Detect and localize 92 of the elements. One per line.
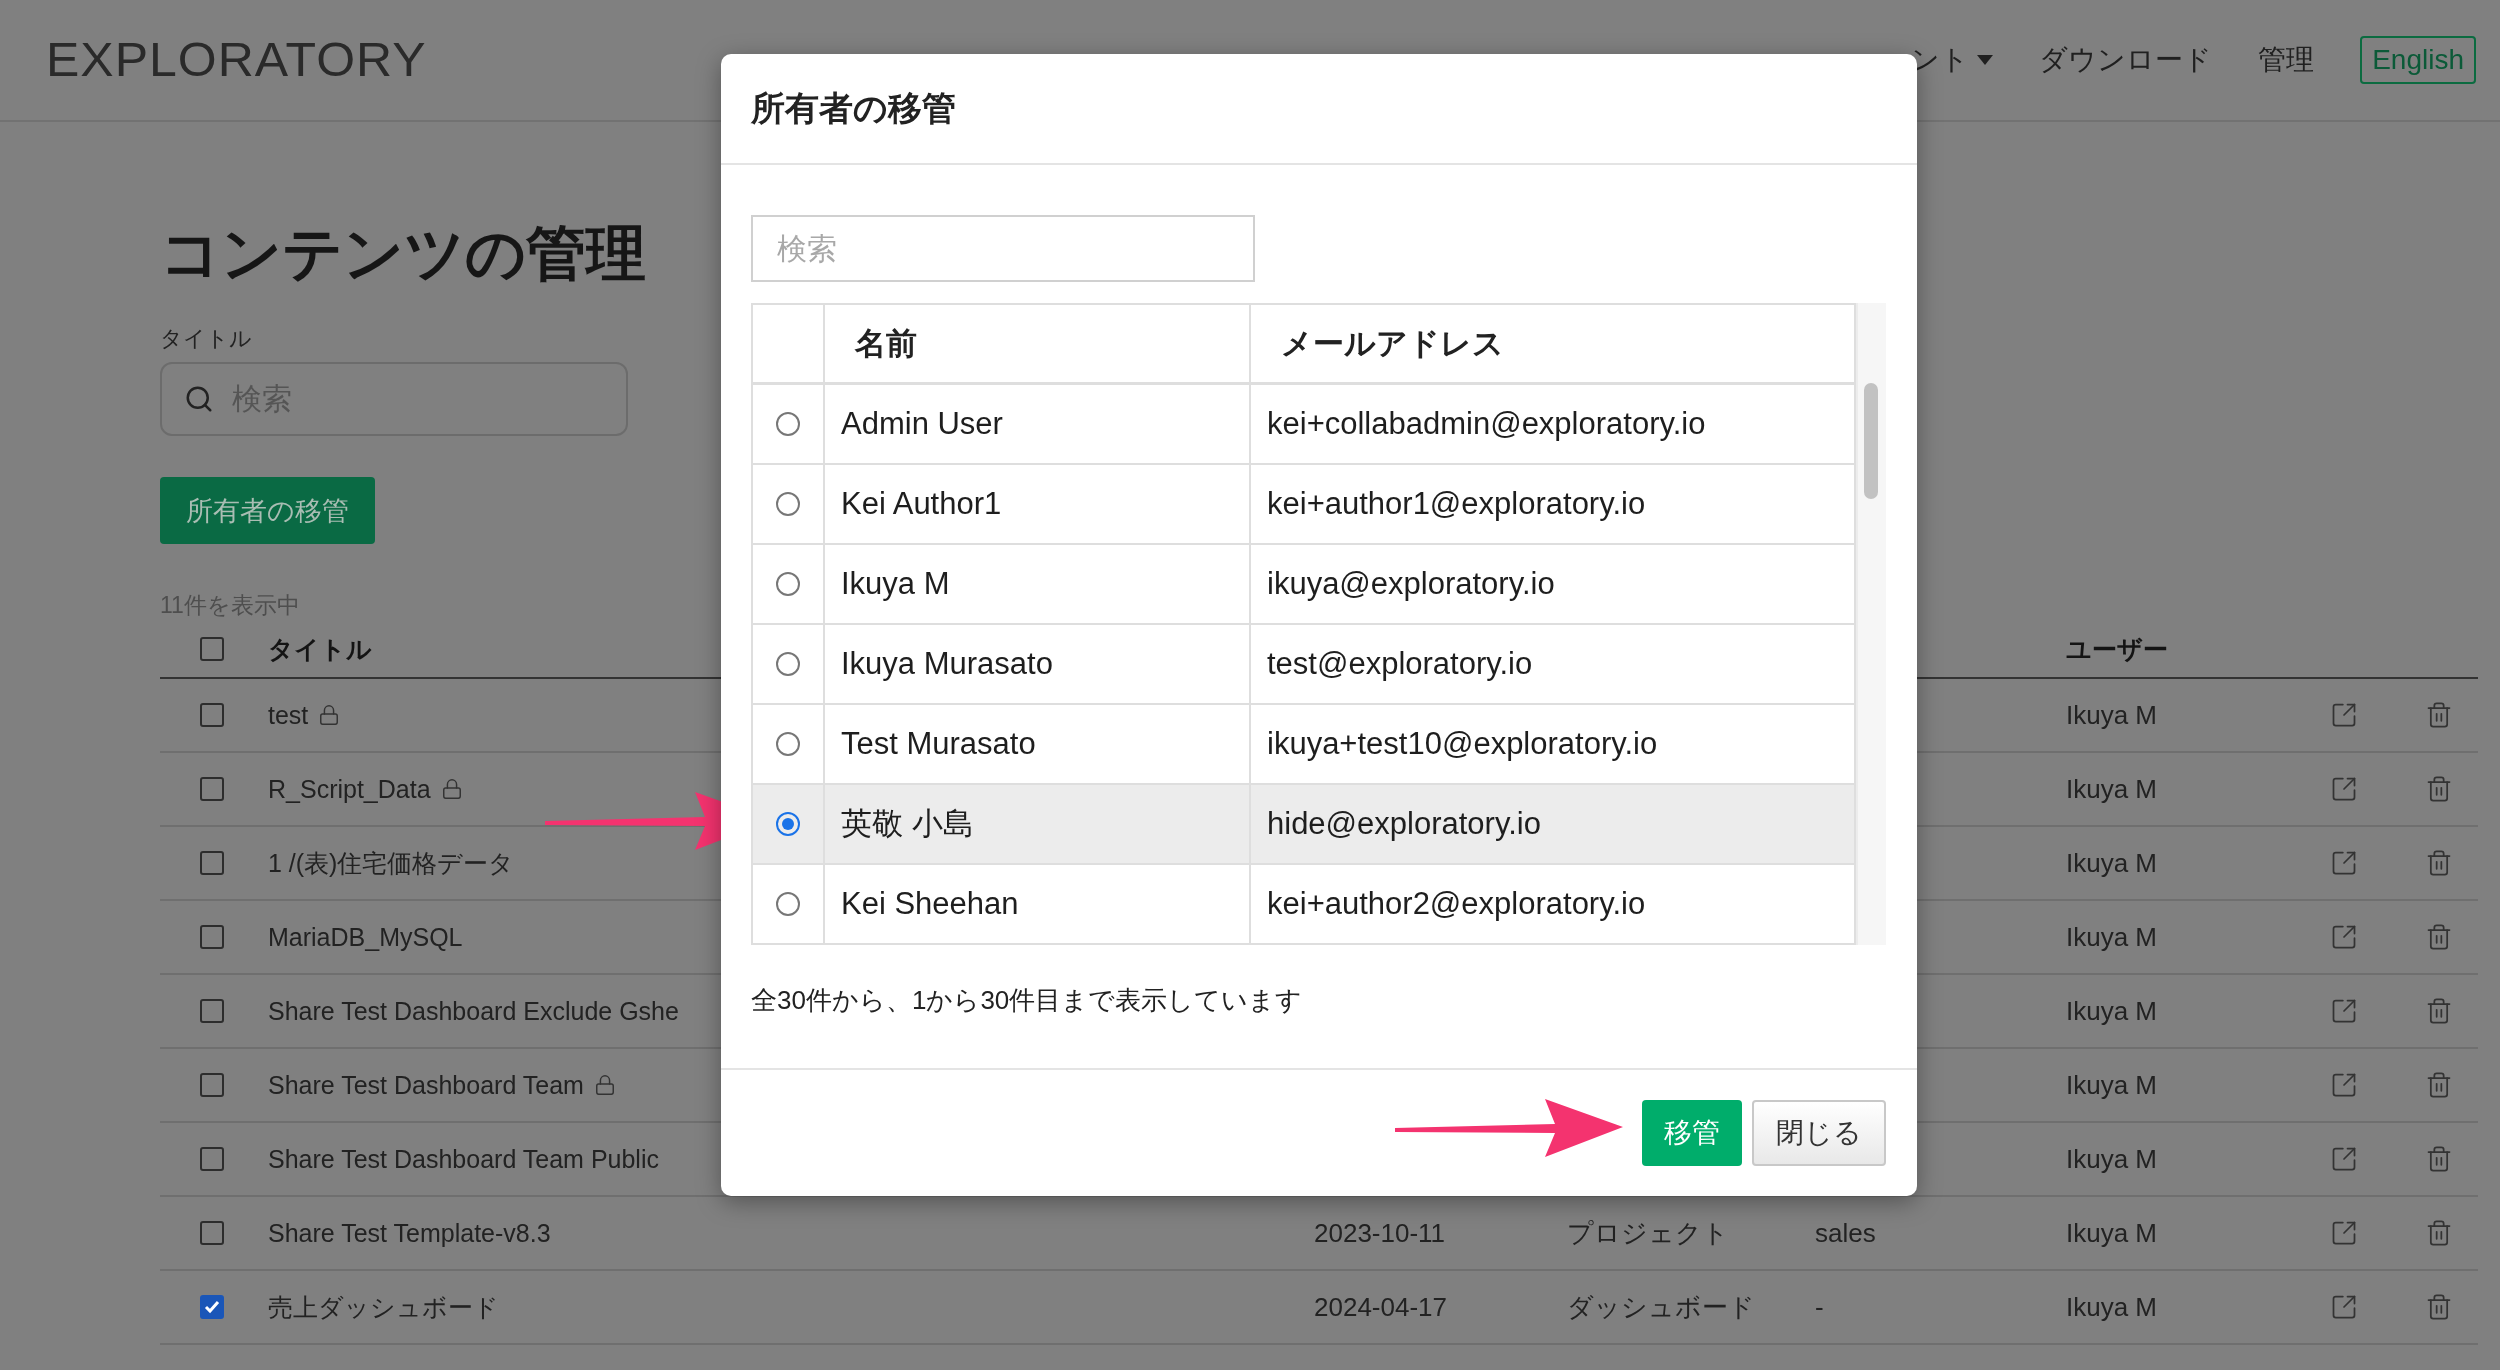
user-name: Admin User xyxy=(841,406,1003,442)
user-name: Ikuya Murasato xyxy=(841,646,1053,682)
search-field[interactable]: 検索 xyxy=(751,215,1255,282)
user-email: ikuya+test10@exploratory.io xyxy=(1267,726,1658,762)
row-checkbox[interactable] xyxy=(200,925,224,949)
delete-icon[interactable] xyxy=(2425,923,2453,951)
open-icon[interactable] xyxy=(2330,701,2358,729)
nav-link[interactable]: ダウンロード xyxy=(2039,41,2213,79)
user-name: Test Murasato xyxy=(841,726,1036,762)
delete-icon[interactable] xyxy=(2425,849,2453,877)
scrollbar[interactable] xyxy=(1856,303,1886,945)
open-icon[interactable] xyxy=(2330,775,2358,803)
table-cell-text: Ikuya M xyxy=(2066,1143,2159,1175)
language-button[interactable]: English xyxy=(2360,36,2476,84)
select-all-checkbox[interactable] xyxy=(200,637,224,661)
open-icon[interactable] xyxy=(2330,1293,2358,1321)
table-cell-text: sales xyxy=(1815,1217,1877,1249)
row-checkbox[interactable] xyxy=(200,1295,224,1319)
content-title[interactable]: R_Script_Data xyxy=(268,774,431,804)
row-checkbox[interactable] xyxy=(200,703,224,727)
column-header: メールアドレス xyxy=(1280,324,1504,363)
search-icon xyxy=(184,384,214,414)
row-checkbox[interactable] xyxy=(200,851,224,875)
radio-button[interactable] xyxy=(776,812,800,836)
open-icon[interactable] xyxy=(2330,1145,2358,1173)
table-cell-text: Ikuya M xyxy=(2066,1291,2159,1323)
open-icon[interactable] xyxy=(2330,849,2358,877)
user-email: kei+collabadmin@exploratory.io xyxy=(1267,406,1706,442)
field-label: タイトル xyxy=(160,325,252,353)
table-cell-text: - xyxy=(1815,1291,1825,1323)
delete-icon[interactable] xyxy=(2425,775,2453,803)
open-icon[interactable] xyxy=(2330,1219,2358,1247)
transfer-button[interactable]: 移管 xyxy=(1642,1100,1742,1166)
content-title[interactable]: Share Test Dashboard Exclude Gshe xyxy=(268,996,679,1026)
delete-icon[interactable] xyxy=(2425,1145,2453,1173)
delete-icon[interactable] xyxy=(2425,1219,2453,1247)
user-email: test@exploratory.io xyxy=(1267,646,1533,682)
radio-button[interactable] xyxy=(776,412,800,436)
open-icon[interactable] xyxy=(2330,997,2358,1025)
table-cell-text: Ikuya M xyxy=(2066,1217,2159,1249)
table-cell-text: 2024-04-17 xyxy=(1314,1291,1448,1323)
nav-link[interactable]: 管理 xyxy=(2258,41,2315,79)
content-title[interactable]: 売上ダッシュボード xyxy=(268,1290,499,1324)
radio-button[interactable] xyxy=(776,652,800,676)
row-checkbox[interactable] xyxy=(200,1073,224,1097)
transfer-button[interactable]: 所有者の移管 xyxy=(160,477,375,544)
user-email: hide@exploratory.io xyxy=(1267,806,1541,842)
user-name: Kei Author1 xyxy=(841,486,1002,522)
radio-button[interactable] xyxy=(776,492,800,516)
user-email: kei+author1@exploratory.io xyxy=(1267,486,1646,522)
delete-icon[interactable] xyxy=(2425,1293,2453,1321)
table-cell-text: 2023-10-11 xyxy=(1314,1217,1447,1249)
table-cell-text: Ikuya M xyxy=(2066,773,2159,805)
close-button[interactable]: 閉じる xyxy=(1752,1100,1886,1166)
open-icon[interactable] xyxy=(2330,923,2358,951)
delete-icon[interactable] xyxy=(2425,701,2453,729)
caret-icon xyxy=(1977,55,1994,65)
dialog-title: 所有者の移管 xyxy=(751,87,956,129)
content-title[interactable]: Share Test Dashboard Team xyxy=(268,1070,584,1100)
table-cell-text: Ikuya M xyxy=(2066,699,2159,731)
row-checkbox[interactable] xyxy=(200,777,224,801)
content-title[interactable]: test xyxy=(268,700,309,730)
column-header: 名前 xyxy=(853,324,917,363)
user-email: ikuya@exploratory.io xyxy=(1267,566,1555,602)
delete-icon[interactable] xyxy=(2425,997,2453,1025)
radio-button[interactable] xyxy=(776,572,800,596)
table-cell-text: Ikuya M xyxy=(2066,1069,2159,1101)
row-checkbox[interactable] xyxy=(200,1221,224,1245)
logo[interactable]: EXPLORATORY xyxy=(46,32,427,88)
user-name: 英敬 小島 xyxy=(841,805,974,843)
table-cell-text: Ikuya M xyxy=(2066,921,2159,953)
check-icon xyxy=(204,1300,220,1314)
open-icon[interactable] xyxy=(2330,1071,2358,1099)
result-summary: 全30件から、1から30件目まで表示しています xyxy=(751,984,1304,1017)
radio-button[interactable] xyxy=(776,892,800,916)
user-name: Kei Sheehan xyxy=(841,886,1019,922)
content-title[interactable]: Share Test Dashboard Team Public xyxy=(268,1144,659,1174)
table-cell-text: Ikuya M xyxy=(2066,847,2159,879)
content-title[interactable]: Share Test Template-v8.3 xyxy=(268,1218,551,1248)
row-checkbox[interactable] xyxy=(200,999,224,1023)
column-header[interactable]: ユーザー xyxy=(2066,632,2330,666)
content-title[interactable]: MariaDB_MySQL xyxy=(268,922,463,952)
user-name: Ikuya M xyxy=(841,566,950,602)
radio-button[interactable] xyxy=(776,732,800,756)
table-cell-text: プロジェクト xyxy=(1567,1216,1730,1250)
row-checkbox[interactable] xyxy=(200,1147,224,1171)
table-cell-text: ダッシュボード xyxy=(1567,1290,1756,1324)
user-email: kei+author2@exploratory.io xyxy=(1267,886,1646,922)
delete-icon[interactable] xyxy=(2425,1071,2453,1099)
page-title: コンテンツの管理 xyxy=(160,219,646,289)
content-title[interactable]: 1 /(表)住宅価格データ xyxy=(268,846,515,880)
table-cell-text: Ikuya M xyxy=(2066,995,2159,1027)
